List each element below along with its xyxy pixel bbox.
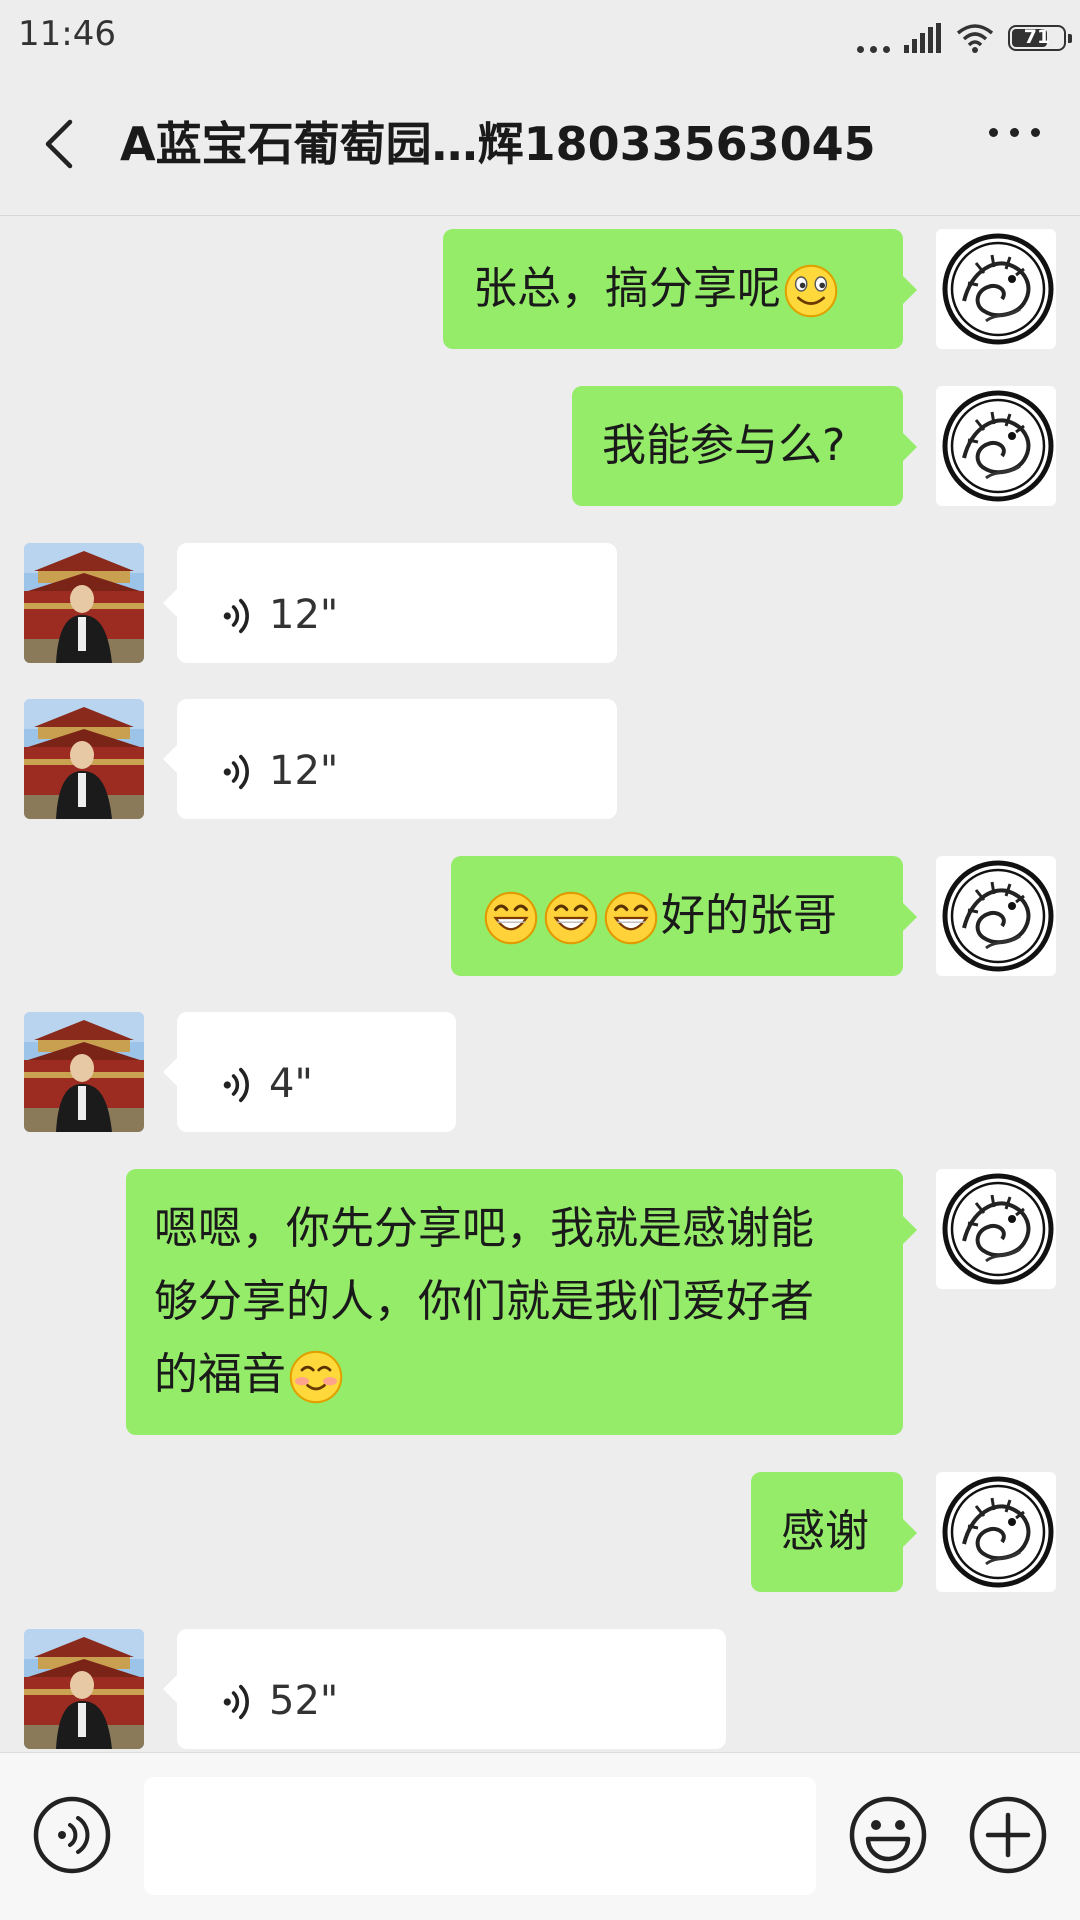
chat-header: A蓝宝石葡萄园…辉18033563045 bbox=[0, 74, 1080, 216]
voice-duration: 12" bbox=[269, 592, 339, 638]
outgoing-bubble[interactable]: 感谢 bbox=[751, 1472, 903, 1592]
wifi-icon bbox=[956, 24, 994, 53]
emoji-icon[interactable] bbox=[848, 1795, 928, 1875]
my-avatar[interactable] bbox=[936, 856, 1056, 976]
voice-duration: 12" bbox=[269, 748, 339, 794]
voice-input-icon[interactable] bbox=[32, 1795, 112, 1875]
message-text-line: 够分享的人，你们就是我们爱好者 bbox=[154, 1276, 814, 1327]
grin-emoji bbox=[483, 890, 539, 946]
message-input[interactable] bbox=[144, 1777, 816, 1895]
message-text-line: 嗯嗯，你先分享吧，我就是感谢能 bbox=[154, 1203, 814, 1254]
outgoing-bubble[interactable]: 我能参与么? bbox=[572, 386, 903, 506]
outgoing-bubble[interactable]: 嗯嗯，你先分享吧，我就是感谢能 够分享的人，你们就是我们爱好者 的福音 bbox=[126, 1169, 903, 1435]
back-chevron-icon[interactable] bbox=[36, 114, 86, 174]
plus-icon[interactable] bbox=[968, 1795, 1048, 1875]
message-text: 我能参与么? bbox=[602, 420, 846, 471]
voice-message[interactable]: 12" bbox=[177, 699, 617, 819]
outgoing-bubble[interactable]: 张总，搞分享呢 bbox=[443, 229, 903, 349]
voice-play-icon bbox=[221, 1063, 257, 1107]
more-dots-icon bbox=[857, 23, 890, 53]
battery-icon: 71 bbox=[1008, 25, 1072, 51]
message-text: 感谢 bbox=[781, 1506, 869, 1557]
message-text: 好的张哥 bbox=[661, 890, 837, 941]
smile-emoji bbox=[783, 263, 839, 319]
contact-avatar[interactable] bbox=[24, 543, 144, 663]
status-time: 11:46 bbox=[18, 14, 116, 54]
grin-emoji bbox=[603, 890, 659, 946]
voice-message[interactable]: 4" bbox=[177, 1012, 456, 1132]
input-bar bbox=[0, 1752, 1080, 1920]
contact-avatar[interactable] bbox=[24, 1629, 144, 1749]
status-bar: 11:46 71 bbox=[0, 0, 1080, 74]
message-text: 张总，搞分享呢 bbox=[473, 263, 781, 314]
voice-duration: 4" bbox=[269, 1061, 313, 1107]
voice-play-icon bbox=[221, 750, 257, 794]
voice-play-icon bbox=[221, 1680, 257, 1724]
voice-play-icon bbox=[221, 594, 257, 638]
blush-emoji bbox=[288, 1349, 344, 1405]
contact-avatar[interactable] bbox=[24, 699, 144, 819]
my-avatar[interactable] bbox=[936, 1472, 1056, 1592]
my-avatar[interactable] bbox=[936, 1169, 1056, 1289]
battery-level: 71 bbox=[1023, 26, 1051, 48]
voice-message[interactable]: 52" bbox=[177, 1629, 726, 1749]
voice-message[interactable]: 12" bbox=[177, 543, 617, 663]
signal-icon bbox=[904, 23, 941, 53]
message-text-line: 的福音 bbox=[154, 1349, 286, 1400]
grin-emoji bbox=[543, 890, 599, 946]
voice-duration: 52" bbox=[269, 1678, 339, 1724]
contact-avatar[interactable] bbox=[24, 1012, 144, 1132]
my-avatar[interactable] bbox=[936, 386, 1056, 506]
chat-title: A蓝宝石葡萄园…辉18033563045 bbox=[120, 117, 876, 171]
my-avatar[interactable] bbox=[936, 229, 1056, 349]
more-options-icon[interactable] bbox=[989, 128, 1040, 137]
outgoing-bubble[interactable]: 好的张哥 bbox=[451, 856, 903, 976]
